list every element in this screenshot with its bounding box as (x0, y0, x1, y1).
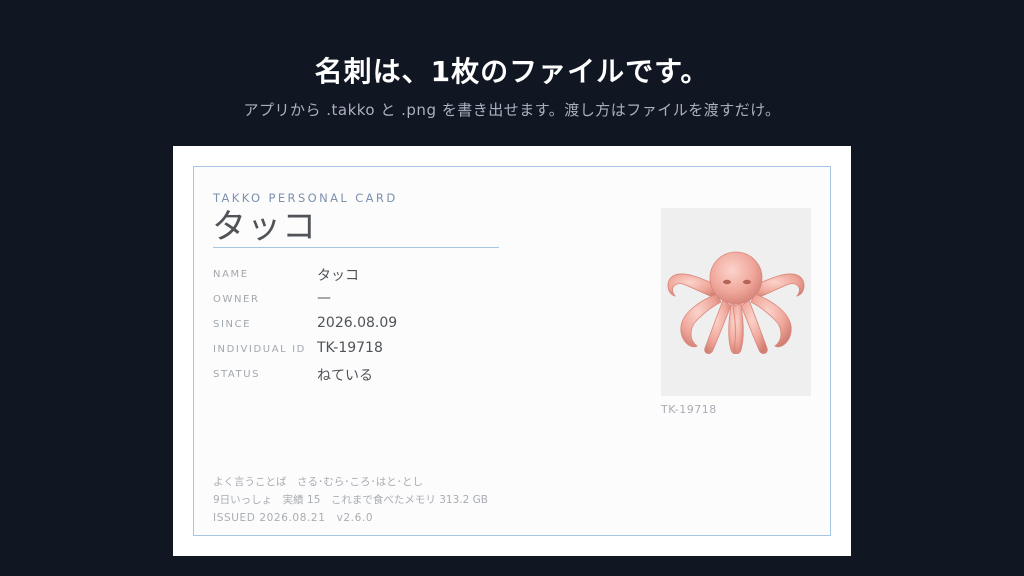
field-label: STATUS (213, 369, 261, 380)
page-subtitle: アプリから .takko と .png を書き出せます。渡し方はファイルを渡すだ… (243, 101, 781, 119)
card-footer-words: よく言うことば さる･むら･ころ･はと･とし (213, 476, 423, 488)
field-value: 2026.08.09 (317, 315, 398, 331)
card-frame: TAKKO PERSONAL CARD タッコ NAME タッコ OWNER —… (193, 166, 831, 536)
field-label: OWNER (213, 294, 260, 305)
card-name: タッコ (212, 207, 317, 247)
field-value: — (317, 290, 331, 306)
field-label: SINCE (213, 319, 252, 330)
card-photo (661, 208, 811, 396)
field-value: タッコ (317, 268, 359, 284)
personal-card-preview: TAKKO PERSONAL CARD タッコ NAME タッコ OWNER —… (173, 146, 851, 556)
page-title: 名刺は、1枚のファイルです。 (314, 55, 710, 88)
field-value: TK-19718 (317, 340, 383, 356)
card-divider (213, 247, 499, 248)
field-label: INDIVIDUAL ID (213, 344, 306, 355)
card-footer-issued: ISSUED 2026.08.21 v2.6.0 (213, 512, 374, 524)
octopus-icon (667, 251, 805, 354)
photo-caption: TK-19718 (661, 403, 717, 416)
field-value: ねている (317, 368, 373, 384)
field-label: NAME (213, 269, 249, 280)
card-footer-stats: 9日いっしょ 実績 15 これまで食べたメモリ 313.2 GB (213, 494, 488, 506)
